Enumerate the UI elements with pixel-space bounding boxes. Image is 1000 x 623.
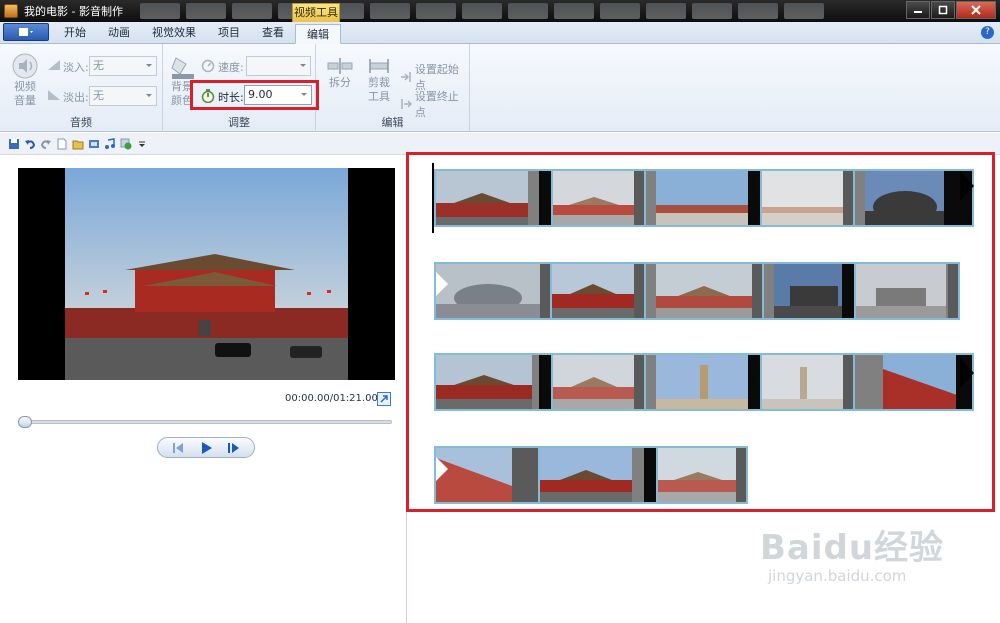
window-title: 我的电影 - 影音制作 — [24, 5, 123, 18]
preview-frame-image — [65, 168, 348, 380]
speed-dropdown[interactable] — [246, 56, 311, 76]
edit-group-label: 编辑 — [381, 116, 404, 129]
preview-panel: 00:00.00/01:21.00 — [0, 155, 406, 623]
next-frame-icon — [228, 442, 239, 453]
fade-in-icon — [48, 60, 60, 70]
storyboard-highlight-box — [406, 152, 995, 512]
app-menu-icon — [19, 28, 33, 36]
add-music-icon[interactable] — [104, 137, 116, 150]
trim-tool-label: 剪裁 工具 — [368, 76, 390, 103]
speed-label: 速度: — [218, 61, 244, 74]
split-button[interactable]: 拆分 — [325, 56, 355, 90]
playback-controls — [157, 437, 255, 458]
video-preview[interactable] — [18, 168, 395, 380]
video-volume-label: 视频 音量 — [14, 80, 36, 107]
title-bar: 我的电影 - 影音制作 视频工具 — [0, 0, 1000, 22]
speaker-icon — [12, 53, 38, 79]
add-media-icon[interactable] — [88, 138, 100, 150]
tab-view[interactable]: 查看 — [251, 23, 295, 43]
close-icon — [971, 5, 981, 15]
previous-frame-button[interactable] — [169, 441, 187, 455]
split-icon — [327, 58, 353, 74]
customize-toolbar-icon[interactable] — [136, 138, 148, 150]
duration-highlight-box — [190, 80, 319, 110]
tab-animations[interactable]: 动画 — [97, 23, 141, 43]
trim-icon — [369, 59, 389, 73]
titlebar-decoration — [140, 0, 900, 22]
previous-frame-icon — [173, 442, 183, 453]
maximize-icon — [938, 5, 948, 15]
minimize-button[interactable] — [906, 1, 930, 19]
app-icon[interactable] — [4, 4, 18, 18]
ribbon: 视频 音量 淡入: 无 淡出: 无 音频 背景 颜色 速度: 时长: 9.00 … — [0, 44, 1000, 132]
set-start-icon — [401, 72, 411, 82]
fullscreen-icon[interactable] — [377, 392, 391, 406]
audio-group: 视频 音量 淡入: 无 淡出: 无 音频 — [0, 44, 163, 132]
set-end-icon — [401, 99, 412, 109]
baidu-watermark: Baidu经验 jingyan.baidu.com — [760, 520, 960, 600]
tab-home[interactable]: 开始 — [53, 23, 97, 43]
contextual-tab-video-tools: 视频工具 — [292, 3, 340, 22]
audio-group-label: 音频 — [70, 116, 92, 129]
app-menu-button[interactable] — [3, 23, 49, 41]
watermark-url: jingyan.baidu.com — [768, 567, 907, 585]
tab-edit[interactable]: 编辑 — [295, 24, 341, 44]
edit-group: 拆分 剪裁 工具 设置起始点 设置终止点 编辑 — [316, 44, 470, 132]
play-icon — [202, 441, 212, 454]
video-volume-button[interactable]: 视频 音量 — [10, 52, 40, 108]
adjust-group-label: 调整 — [228, 116, 250, 129]
play-button[interactable] — [197, 441, 215, 455]
split-label: 拆分 — [329, 76, 351, 89]
snapshot-icon[interactable] — [120, 138, 132, 150]
save-icon[interactable] — [8, 138, 20, 150]
redo-icon[interactable] — [40, 138, 52, 150]
open-project-icon[interactable] — [72, 138, 84, 150]
trim-tool-button[interactable]: 剪裁 工具 — [364, 56, 394, 104]
speed-icon — [201, 59, 215, 73]
next-frame-button[interactable] — [225, 441, 243, 455]
maximize-button[interactable] — [931, 1, 955, 19]
undo-icon[interactable] — [24, 138, 36, 150]
paint-bucket-icon — [171, 57, 194, 79]
help-icon[interactable]: ? — [981, 26, 994, 39]
fade-out-label: 淡出: — [63, 91, 89, 104]
minimize-icon — [914, 11, 922, 13]
tab-project[interactable]: 项目 — [207, 23, 251, 43]
ribbon-tabs: 开始 动画 视觉效果 项目 查看 编辑 ? — [0, 22, 1000, 44]
fade-out-value: 无 — [93, 89, 104, 102]
fade-in-label: 淡入: — [63, 61, 89, 74]
time-display: 00:00.00/01:21.00 — [285, 393, 378, 404]
new-project-icon[interactable] — [56, 138, 68, 150]
tab-visual-effects[interactable]: 视觉效果 — [141, 23, 207, 43]
fade-in-value: 无 — [93, 59, 104, 72]
window-controls — [906, 1, 996, 19]
fade-out-dropdown[interactable]: 无 — [89, 86, 157, 106]
watermark-logo: Baidu经验 — [760, 528, 945, 568]
close-button[interactable] — [956, 1, 996, 19]
fade-out-icon — [48, 90, 60, 100]
fade-in-dropdown[interactable]: 无 — [89, 56, 157, 76]
seek-thumb[interactable] — [18, 416, 32, 428]
seek-bar[interactable] — [18, 420, 392, 424]
